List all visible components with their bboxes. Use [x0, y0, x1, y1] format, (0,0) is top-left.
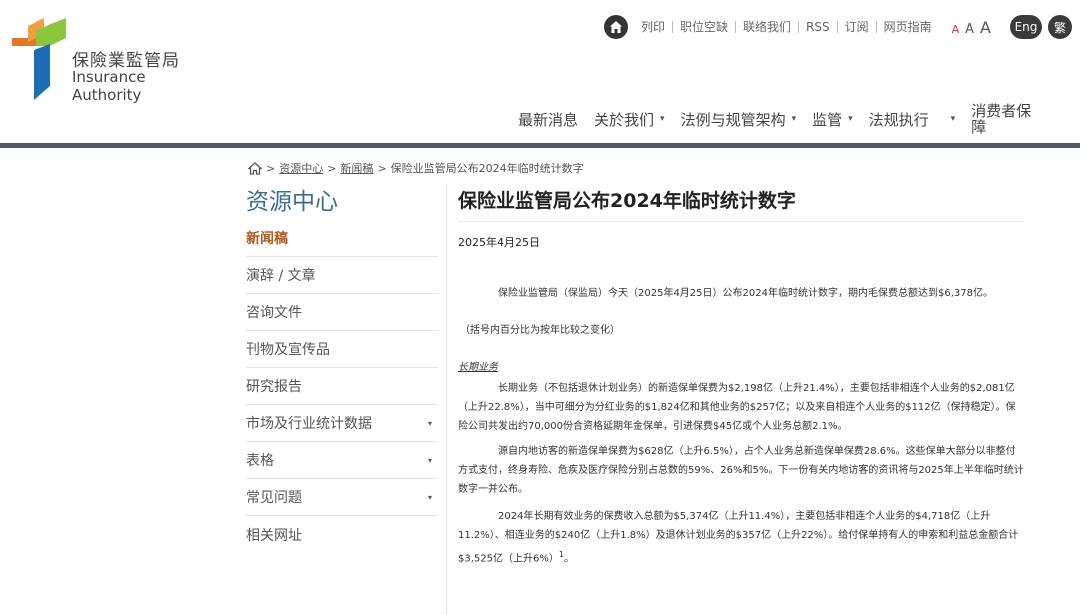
- lang-traditional-button[interactable]: 繁: [1048, 15, 1072, 39]
- sidebar-item-label: 市场及行业统计数据: [246, 413, 372, 433]
- sidebar-item-publications[interactable]: 刊物及宣传品: [246, 331, 438, 368]
- sidebar-item-label: 研究报告: [246, 376, 302, 396]
- home-button[interactable]: [604, 15, 628, 39]
- careers-link[interactable]: 职位空缺: [672, 21, 735, 33]
- article: 保险业监管局公布2024年临时统计数字 2025年4月25日 保险业监管局（保监…: [458, 186, 1024, 568]
- sidebar-item-consultations[interactable]: 咨询文件: [246, 294, 438, 331]
- ia-logo[interactable]: 保險業監管局 Insurance Authority: [10, 16, 195, 100]
- header-divider: [0, 143, 1080, 148]
- nav-item-label: 法规执行: [869, 109, 929, 130]
- sidebar-item-faq[interactable]: 常见问题 ▾: [246, 479, 438, 516]
- sidebar-item-label: 常见问题: [246, 487, 302, 507]
- utility-bar: 列印 职位空缺 联络我们 RSS 订阅 网页指南 A A A Eng 繁: [604, 14, 1072, 40]
- sidebar-item-label: 咨询文件: [246, 302, 302, 322]
- chevron-down-icon: ▾: [792, 114, 797, 124]
- article-subheading: 长期业务: [458, 358, 1024, 373]
- sidebar-item-label: 演辞 / 文章: [246, 265, 316, 285]
- nav-item-about[interactable]: 关於我们 ▾: [594, 109, 665, 130]
- sidebar-item-label: 新闻稿: [246, 228, 288, 248]
- article-paragraph: 源自内地访客的新造保单保费为$628亿（上升6.5%），占个人业务总新造保单保费…: [458, 442, 1024, 499]
- nav-item-enforcement[interactable]: 法规执行 ▾: [869, 109, 956, 130]
- sidebar-item-label: 表格: [246, 450, 274, 470]
- logo-text-en: Insurance Authority: [72, 68, 195, 104]
- article-paragraph: 长期业务（不包括退休计划业务）的新造保单保费为$2,198亿（上升21.4%），…: [458, 379, 1024, 436]
- font-size-large-button[interactable]: A: [980, 18, 991, 37]
- article-title: 保险业监管局公布2024年临时统计数字: [458, 186, 1024, 222]
- nav-item-label: 关於我们: [594, 109, 654, 130]
- article-note: （括号内百分比为按年比较之变化）: [458, 321, 1024, 340]
- sidebar-item-forms[interactable]: 表格 ▾: [246, 442, 438, 479]
- chevron-down-icon: ▾: [428, 419, 432, 428]
- chevron-down-icon: ▾: [660, 114, 665, 124]
- nav-item-label: 消费者保障: [971, 103, 1037, 135]
- breadcrumb-current: 保险业监管局公布2024年临时统计数字: [391, 160, 584, 176]
- print-link[interactable]: 列印: [634, 21, 672, 33]
- subscribe-link[interactable]: 订阅: [837, 21, 876, 33]
- content-divider: [446, 184, 447, 615]
- sidebar-item-related-links[interactable]: 相关网址: [246, 516, 438, 553]
- ia-logo-mark-icon: [10, 16, 70, 100]
- sidebar: 资源中心 新闻稿 演辞 / 文章 咨询文件 刊物及宣传品 研究报告 市场及行业统…: [246, 184, 438, 553]
- sidebar-item-statistics[interactable]: 市场及行业统计数据 ▾: [246, 405, 438, 442]
- lang-english-button[interactable]: Eng: [1010, 15, 1042, 39]
- contact-link[interactable]: 联络我们: [735, 21, 798, 33]
- article-paragraph-text: 2024年长期有效业务的保费收入总额为$5,374亿（上升11.4%），主要包括…: [458, 511, 1018, 564]
- nav-item-label: 法例与规管架构: [681, 109, 786, 130]
- chevron-down-icon: ▾: [848, 114, 853, 124]
- rss-link[interactable]: RSS: [798, 21, 837, 33]
- font-size-controls: A A A: [949, 18, 994, 37]
- article-date: 2025年4月25日: [458, 234, 1024, 250]
- breadcrumb-separator: >: [377, 162, 386, 175]
- chevron-down-icon: ▾: [428, 456, 432, 465]
- sidebar-title: 资源中心: [246, 184, 438, 220]
- sidebar-item-research[interactable]: 研究报告: [246, 368, 438, 405]
- nav-item-label: 监管: [812, 109, 842, 130]
- nav-item-legislation[interactable]: 法例与规管架构 ▾: [681, 109, 797, 130]
- breadcrumb: > 资源中心 > 新闻稿 > 保险业监管局公布2024年临时统计数字: [248, 160, 584, 176]
- sidebar-item-label: 相关网址: [246, 525, 302, 545]
- home-icon[interactable]: [248, 162, 262, 175]
- article-paragraph: 保险业监管局（保监局）今天（2025年4月25日）公布2024年临时统计数字，期…: [458, 284, 1024, 303]
- chevron-down-icon: ▾: [428, 493, 432, 502]
- font-size-small-button[interactable]: A: [952, 23, 960, 36]
- sidebar-item-label: 刊物及宣传品: [246, 339, 330, 359]
- home-icon: [609, 20, 623, 34]
- nav-item-label: 最新消息: [518, 109, 578, 130]
- article-paragraph-end: 。: [564, 553, 574, 564]
- article-paragraph: 2024年长期有效业务的保费收入总额为$5,374亿（上升11.4%），主要包括…: [458, 507, 1024, 568]
- breadcrumb-separator: >: [266, 162, 275, 175]
- main-nav: 最新消息 关於我们 ▾ 法例与规管架构 ▾ 监管 ▾ 法规执行 ▾ 消费者保障: [518, 100, 1080, 138]
- breadcrumb-resource-centre[interactable]: 资源中心: [279, 160, 323, 176]
- breadcrumb-press-releases[interactable]: 新闻稿: [340, 160, 373, 176]
- sidebar-item-press-releases[interactable]: 新闻稿: [246, 220, 438, 257]
- chevron-down-icon: ▾: [951, 114, 956, 124]
- nav-item-supervision[interactable]: 监管 ▾: [812, 109, 853, 130]
- sidebar-item-speeches[interactable]: 演辞 / 文章: [246, 257, 438, 294]
- site-guide-link[interactable]: 网页指南: [876, 21, 939, 33]
- nav-item-consumer[interactable]: 消费者保障: [971, 103, 1037, 135]
- breadcrumb-separator: >: [327, 162, 336, 175]
- font-size-medium-button[interactable]: A: [965, 22, 974, 37]
- nav-item-news[interactable]: 最新消息: [518, 109, 578, 130]
